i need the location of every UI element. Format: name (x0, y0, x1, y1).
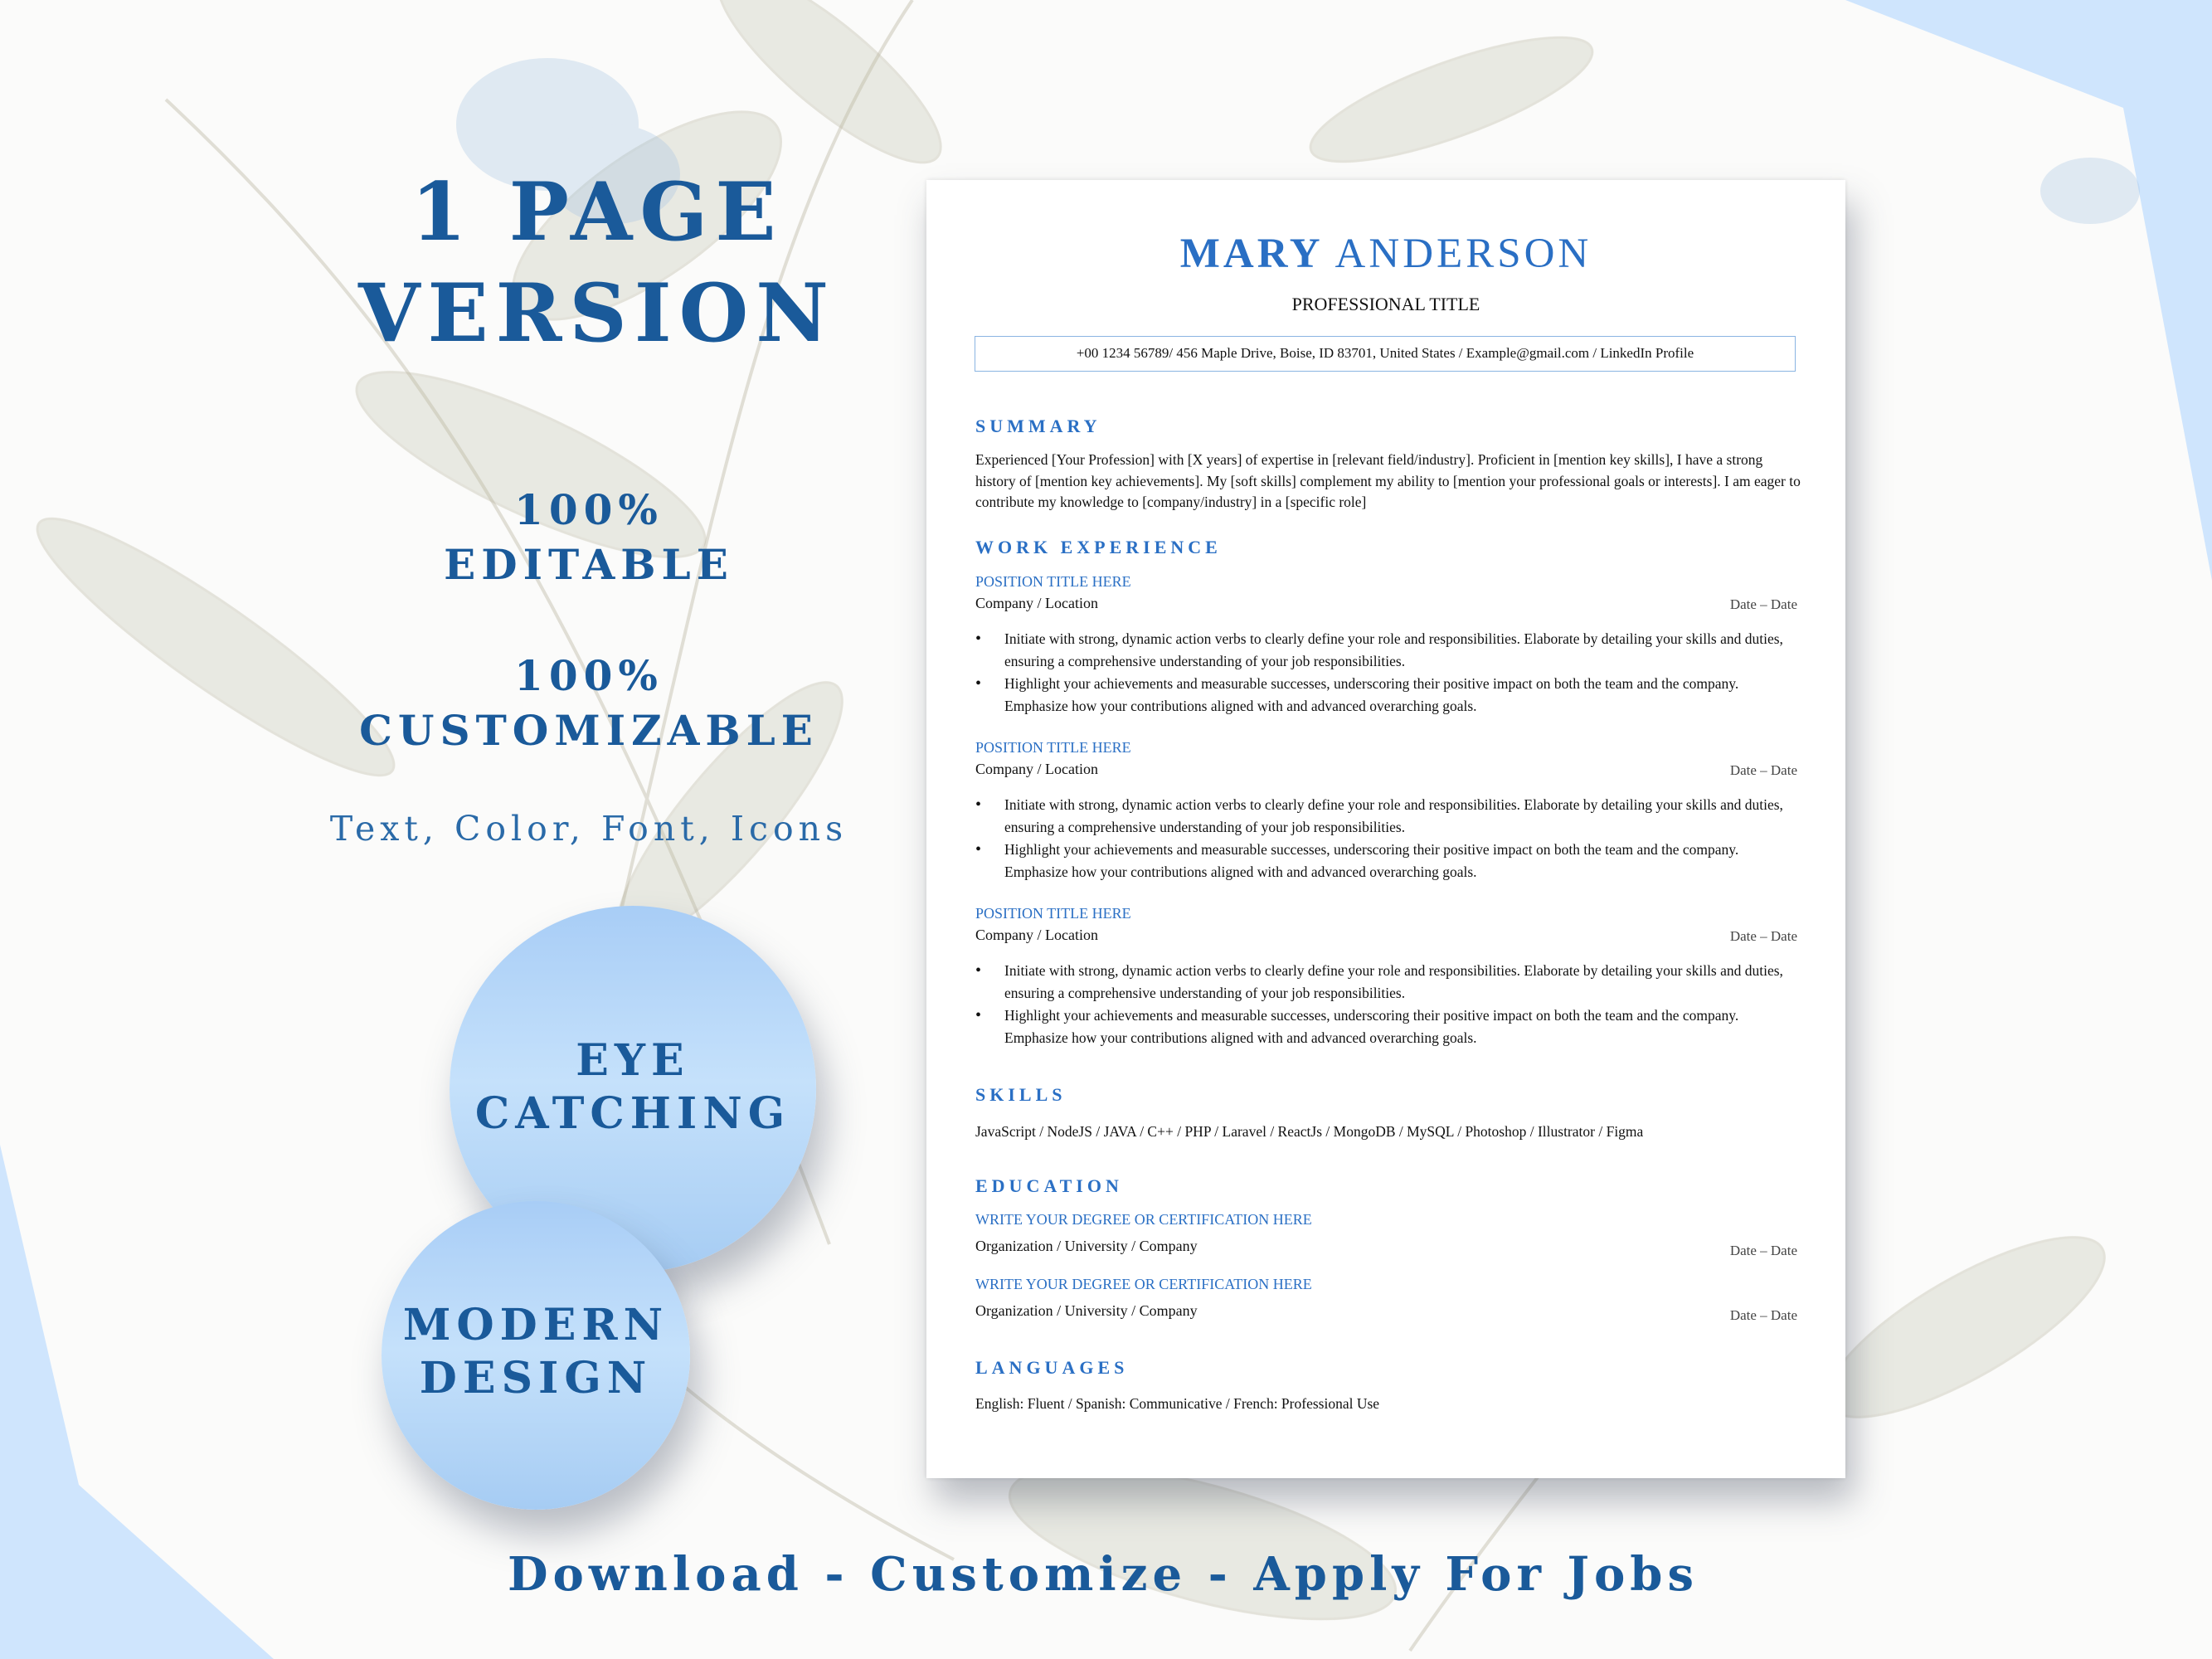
job-position-title: POSITION TITLE HERE (975, 739, 1131, 756)
feature2-label: CUSTOMIZABLE (359, 706, 819, 755)
job-bullets: Initiate with strong, dynamic action ver… (975, 794, 1805, 883)
education-org: Organization / University / Company (975, 1302, 1198, 1319)
summary-heading: SUMMARY (975, 416, 1101, 436)
job-date: Date – Date (1729, 928, 1797, 944)
job-bullets: Initiate with strong, dynamic action ver… (975, 628, 1805, 718)
top-right-blue-shape (1845, 0, 2212, 581)
feature-editable: 100% EDITABLE (315, 483, 863, 592)
feature-customizable: 100% CUSTOMIZABLE (315, 649, 863, 758)
job-bullet: Highlight your achievements and measurab… (975, 673, 1805, 718)
job-bullet: Initiate with strong, dynamic action ver… (975, 794, 1805, 839)
resume-page: MARY ANDERSON PROFESSIONAL TITLE +00 123… (926, 180, 1845, 1478)
education-degree: WRITE YOUR DEGREE OR CERTIFICATION HERE (975, 1211, 1312, 1228)
feature2-percent: 100% (514, 651, 664, 700)
professional-title: PROFESSIONAL TITLE (1291, 294, 1480, 314)
summary-text: Experienced [Your Profession] with [X ye… (975, 451, 1801, 510)
heading-line-2: VERSION (357, 266, 837, 360)
first-name: MARY (1179, 231, 1324, 277)
languages-heading: LANGUAGES (975, 1357, 1129, 1378)
feature1-label: EDITABLE (444, 540, 734, 589)
job-company: Company / Location (975, 927, 1098, 943)
badge1-line2: CATCHING (474, 1088, 791, 1139)
job-bullet: Highlight your achievements and measurab… (975, 839, 1805, 883)
job-company: Company / Location (975, 595, 1098, 611)
badge2-line2: DESIGN (419, 1353, 653, 1404)
education-org: Organization / University / Company (975, 1238, 1198, 1254)
contact-info-box: +00 1234 56789/ 456 Maple Drive, Boise, … (975, 336, 1796, 372)
badge2-line1: MODERN (402, 1300, 669, 1350)
skills-text: JavaScript / NodeJS / JAVA / C++ / PHP /… (975, 1123, 1644, 1140)
heading-line-1: 1 PAGE (411, 165, 784, 259)
job-date: Date – Date (1729, 596, 1797, 612)
feature1-percent: 100% (514, 485, 664, 534)
work-experience-heading: WORK EXPERIENCE (975, 537, 1222, 557)
job-bullet: Initiate with strong, dynamic action ver… (975, 960, 1805, 1005)
skills-heading: SKILLS (975, 1084, 1067, 1105)
customization-subtext: Text, Color, Font, Icons (329, 809, 848, 849)
job-bullet: Initiate with strong, dynamic action ver… (975, 628, 1805, 673)
job-bullets: Initiate with strong, dynamic action ver… (975, 960, 1805, 1049)
bottom-tagline: Download - Customize - Apply For Jobs (507, 1547, 1699, 1602)
education-heading: EDUCATION (975, 1175, 1123, 1196)
education-degree: WRITE YOUR DEGREE OR CERTIFICATION HERE (975, 1276, 1312, 1292)
last-name: ANDERSON (1334, 231, 1592, 277)
modern-design-badge: MODERN DESIGN (382, 1201, 690, 1510)
job-company: Company / Location (975, 761, 1098, 777)
languages-text: English: Fluent / Spanish: Communicative… (975, 1395, 1380, 1412)
badge1-line1: EYE (576, 1035, 690, 1086)
education-date: Date – Date (1729, 1307, 1797, 1323)
job-position-title: POSITION TITLE HERE (975, 573, 1131, 590)
job-position-title: POSITION TITLE HERE (975, 905, 1131, 922)
job-date: Date – Date (1729, 762, 1797, 778)
bottom-left-blue-shape (0, 1145, 274, 1659)
job-bullet: Highlight your achievements and measurab… (975, 1005, 1805, 1049)
promo-heading: 1 PAGE VERSION (282, 162, 912, 364)
education-date: Date – Date (1729, 1243, 1797, 1258)
resume-name: MARY ANDERSON (926, 230, 1845, 278)
